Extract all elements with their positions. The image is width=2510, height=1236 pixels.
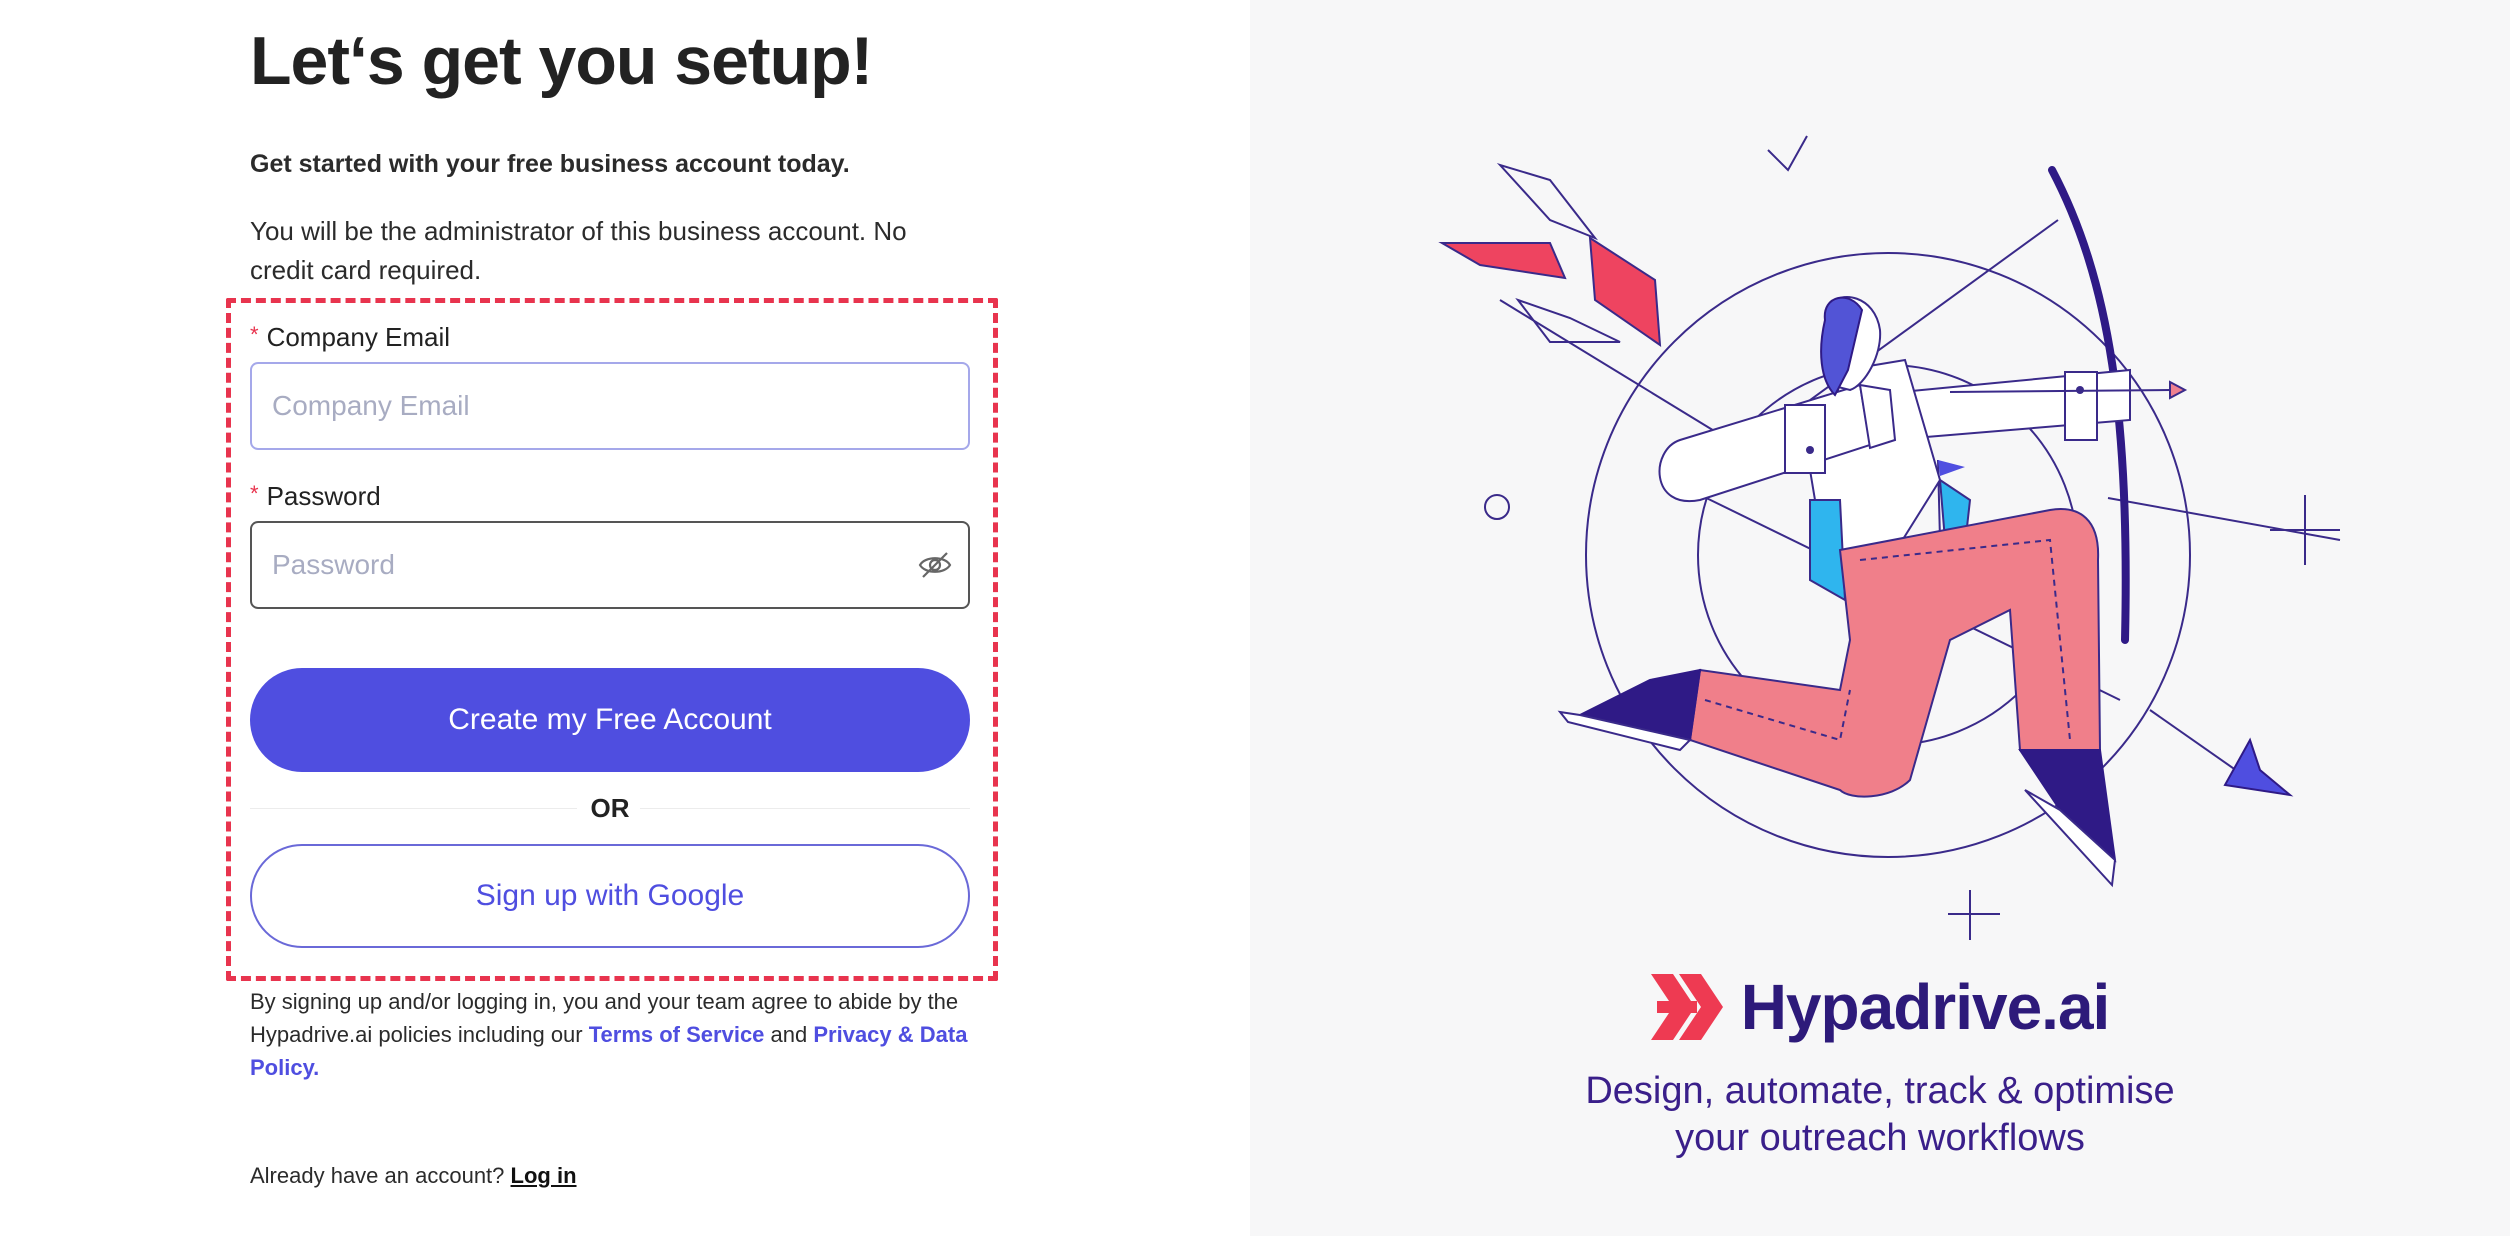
google-signup-button[interactable]: Sign up with Google [250, 844, 970, 948]
eye-slash-icon[interactable] [918, 550, 952, 580]
legal-middle: and [764, 1022, 814, 1047]
archer-illustration [1438, 135, 2341, 940]
divider-line-right [640, 808, 970, 809]
company-email-input[interactable] [250, 362, 970, 450]
terms-of-service-link[interactable]: Terms of Service [589, 1022, 765, 1047]
password-label: * Password [250, 481, 381, 512]
double-chevron-logo-icon [1650, 974, 1723, 1040]
page-title: Let‘s get you setup! [250, 23, 873, 99]
page-subtitle: Get started with your free business acco… [250, 150, 850, 178]
create-account-button[interactable]: Create my Free Account [250, 668, 970, 772]
or-divider: OR [250, 790, 970, 826]
signup-panel: Let‘s get you setup! Get started with yo… [0, 0, 1250, 1236]
divider-line-left [250, 808, 580, 809]
tagline-line-2: your outreach workflows [1675, 1117, 2085, 1159]
brand-panel: Hypadrive.ai Design, automate, track & o… [1250, 0, 2510, 1236]
email-label: * Company Email [250, 322, 450, 353]
login-prompt: Already have an account? Log in [250, 1163, 577, 1189]
required-marker: * [250, 481, 259, 506]
login-prompt-text: Already have an account? [250, 1163, 505, 1188]
brand-name: Hypadrive.ai [1740, 971, 2111, 1043]
tagline-line-1: Design, automate, track & optimise [1585, 1070, 2175, 1112]
brand-tagline: Design, automate, track & optimise your … [1250, 1068, 2510, 1162]
page-description: You will be the administrator of this bu… [250, 216, 907, 285]
legal-text: By signing up and/or logging in, you and… [250, 985, 970, 1084]
password-label-text: Password [266, 481, 381, 511]
brand-lockup: Hypadrive.ai [1250, 970, 2510, 1044]
required-marker: * [250, 322, 259, 347]
login-link[interactable]: Log in [511, 1163, 577, 1188]
signup-page: Let‘s get you setup! Get started with yo… [0, 0, 2510, 1236]
password-input[interactable] [250, 521, 970, 609]
or-text: OR [576, 792, 644, 824]
email-label-text: Company Email [266, 322, 451, 352]
